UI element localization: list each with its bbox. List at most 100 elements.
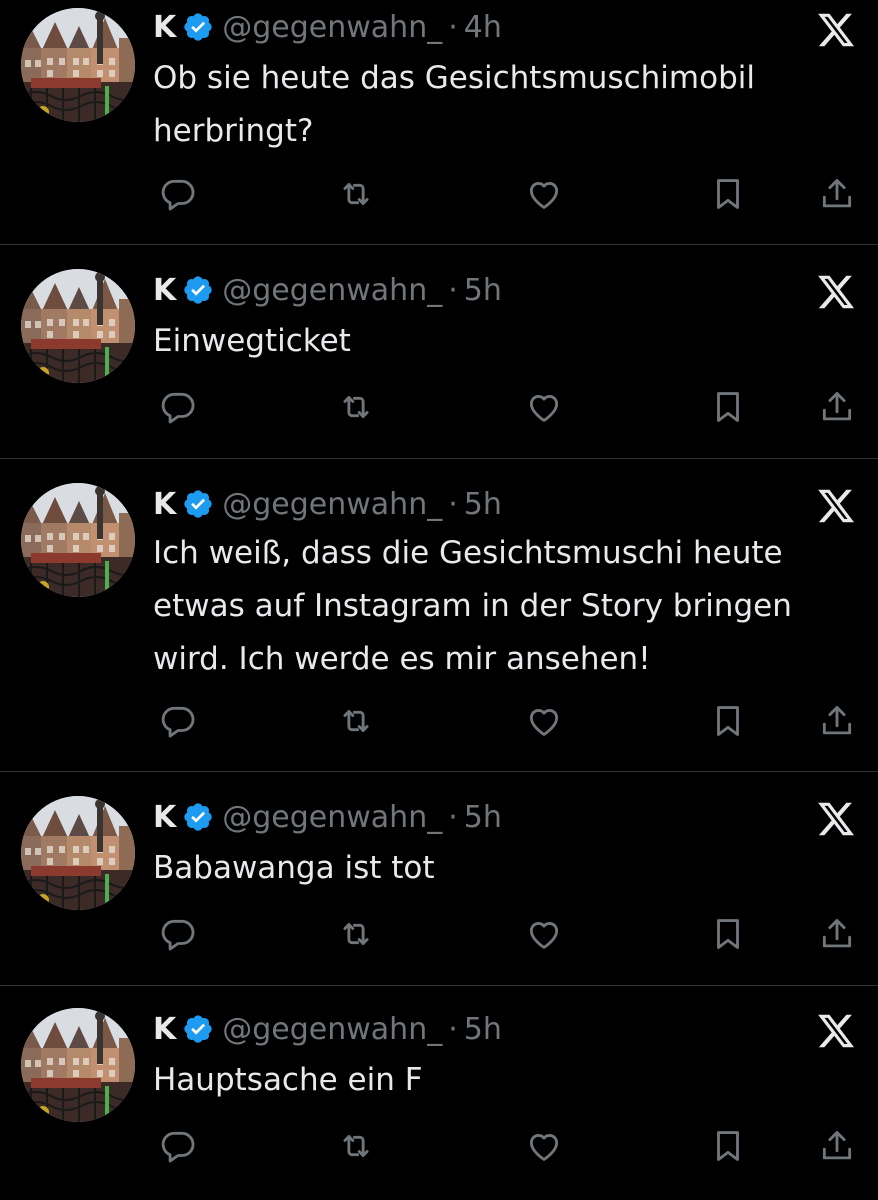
bookmark-icon <box>709 388 747 426</box>
separator: · <box>448 9 458 45</box>
reply-button[interactable] <box>156 699 200 743</box>
bookmark-button[interactable] <box>706 172 750 216</box>
bookmark-button[interactable] <box>706 385 750 429</box>
x-logo-icon[interactable] <box>816 1011 856 1051</box>
retweet-icon <box>337 175 375 213</box>
retweet-button[interactable] <box>334 912 378 956</box>
avatar[interactable] <box>21 269 135 383</box>
like-icon <box>525 175 563 213</box>
tweet-text: Babawanga ist tot <box>153 850 435 886</box>
retweet-button[interactable] <box>334 1124 378 1168</box>
verified-badge-icon <box>182 1013 214 1045</box>
tweet-text: Ob sie heute das Gesichtsmuschimobil her… <box>153 60 755 149</box>
author-name[interactable]: K <box>153 487 176 522</box>
timestamp[interactable]: 5h <box>464 487 502 522</box>
tweet-header: K @gegenwahn_ · 5h <box>153 269 502 311</box>
verified-badge-icon <box>182 274 214 306</box>
bookmark-button[interactable] <box>706 912 750 956</box>
like-icon <box>525 915 563 953</box>
retweet-icon <box>337 388 375 426</box>
author-handle[interactable]: @gegenwahn_ <box>222 10 442 45</box>
reply-icon <box>159 1127 197 1165</box>
tweet-text: Ich weiß, dass die Gesichtsmuschi heute … <box>153 535 792 677</box>
timestamp[interactable]: 5h <box>464 273 502 308</box>
tweet-text: Hauptsache ein F <box>153 1062 423 1098</box>
author-name[interactable]: K <box>153 10 176 45</box>
tweet-actions <box>0 1124 878 1168</box>
like-button[interactable] <box>522 172 566 216</box>
bookmark-button[interactable] <box>706 1124 750 1168</box>
reply-button[interactable] <box>156 1124 200 1168</box>
tweet-text: Einwegticket <box>153 323 351 359</box>
x-logo-icon[interactable] <box>816 10 856 50</box>
timestamp[interactable]: 5h <box>464 1012 502 1047</box>
share-button[interactable] <box>815 385 859 429</box>
x-logo-icon[interactable] <box>816 486 856 526</box>
author-handle[interactable]: @gegenwahn_ <box>222 273 442 308</box>
separator: · <box>448 1011 458 1047</box>
share-icon <box>818 1127 856 1165</box>
tweet[interactable]: K @gegenwahn_ · 5h Babawanga ist tot <box>0 772 878 986</box>
tweet[interactable]: K @gegenwahn_ · 5h Einwegticket <box>0 245 878 459</box>
reply-button[interactable] <box>156 172 200 216</box>
tweet-header: K @gegenwahn_ · 5h <box>153 796 502 838</box>
verified-badge-icon <box>182 488 214 520</box>
tweet-actions <box>0 385 878 429</box>
tweet[interactable]: K @gegenwahn_ · 5h Ich weiß, dass die Ge… <box>0 459 878 772</box>
like-icon <box>525 702 563 740</box>
like-button[interactable] <box>522 912 566 956</box>
retweet-button[interactable] <box>334 699 378 743</box>
like-button[interactable] <box>522 385 566 429</box>
share-icon <box>818 175 856 213</box>
author-handle[interactable]: @gegenwahn_ <box>222 800 442 835</box>
bookmark-button[interactable] <box>706 699 750 743</box>
reply-button[interactable] <box>156 912 200 956</box>
tweet[interactable]: K @gegenwahn_ · 4h Ob sie heute das Gesi… <box>0 0 878 245</box>
reply-icon <box>159 175 197 213</box>
verified-badge-icon <box>182 11 214 43</box>
avatar[interactable] <box>21 483 135 597</box>
separator: · <box>448 799 458 835</box>
timestamp[interactable]: 5h <box>464 800 502 835</box>
like-button[interactable] <box>522 1124 566 1168</box>
avatar[interactable] <box>21 8 135 122</box>
share-button[interactable] <box>815 172 859 216</box>
bookmark-icon <box>709 1127 747 1165</box>
tweet-header: K @gegenwahn_ · 5h <box>153 1008 502 1050</box>
x-logo-icon[interactable] <box>816 272 856 312</box>
retweet-button[interactable] <box>334 385 378 429</box>
tweet-header: K @gegenwahn_ · 4h <box>153 6 502 48</box>
avatar[interactable] <box>21 796 135 910</box>
bookmark-icon <box>709 702 747 740</box>
share-icon <box>818 915 856 953</box>
bookmark-icon <box>709 175 747 213</box>
author-name[interactable]: K <box>153 273 176 308</box>
share-button[interactable] <box>815 1124 859 1168</box>
share-button[interactable] <box>815 912 859 956</box>
reply-icon <box>159 388 197 426</box>
tweet-actions <box>0 912 878 956</box>
bookmark-icon <box>709 915 747 953</box>
share-icon <box>818 388 856 426</box>
retweet-button[interactable] <box>334 172 378 216</box>
tweet-header: K @gegenwahn_ · 5h <box>153 483 502 525</box>
reply-icon <box>159 915 197 953</box>
like-button[interactable] <box>522 699 566 743</box>
tweet-actions <box>0 699 878 743</box>
tweet-actions <box>0 172 878 216</box>
verified-badge-icon <box>182 801 214 833</box>
author-handle[interactable]: @gegenwahn_ <box>222 487 442 522</box>
avatar[interactable] <box>21 1008 135 1122</box>
separator: · <box>448 486 458 522</box>
timestamp[interactable]: 4h <box>464 10 502 45</box>
author-name[interactable]: K <box>153 1012 176 1047</box>
author-handle[interactable]: @gegenwahn_ <box>222 1012 442 1047</box>
separator: · <box>448 272 458 308</box>
author-name[interactable]: K <box>153 800 176 835</box>
share-button[interactable] <box>815 699 859 743</box>
x-logo-icon[interactable] <box>816 799 856 839</box>
reply-button[interactable] <box>156 385 200 429</box>
like-icon <box>525 388 563 426</box>
tweet[interactable]: K @gegenwahn_ · 5h Hauptsache ein F <box>0 986 878 1200</box>
reply-icon <box>159 702 197 740</box>
